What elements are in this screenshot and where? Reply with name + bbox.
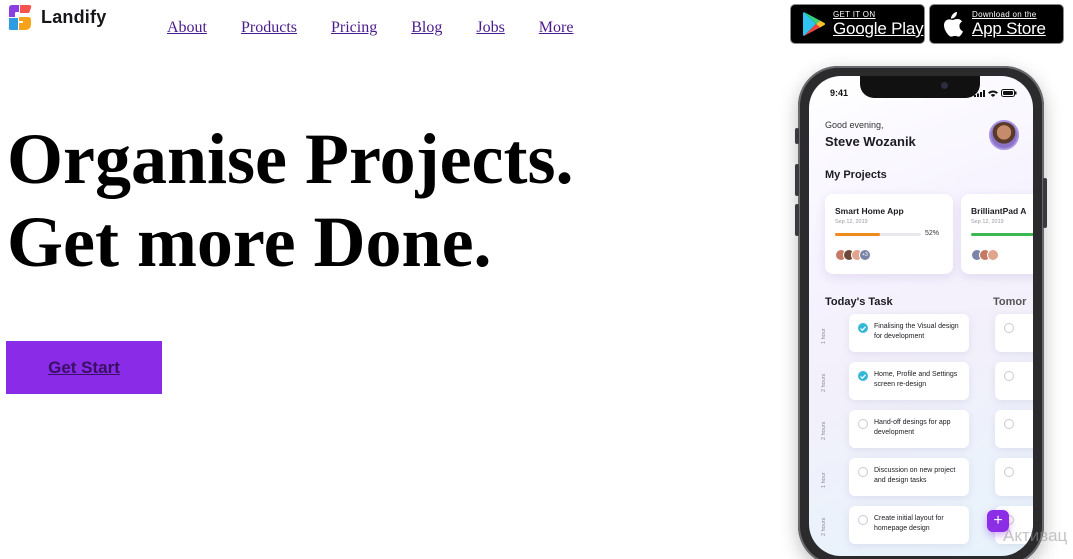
unchecked-circle-icon[interactable]: [1004, 371, 1014, 381]
task-card[interactable]: Finalising the Visual design for develop…: [849, 314, 969, 352]
status-bar-time: 9:41: [830, 88, 849, 98]
checked-circle-icon[interactable]: [858, 323, 868, 333]
project-members: [971, 249, 999, 261]
project-progress-fill: [835, 233, 880, 236]
greeting-text: Good evening,: [825, 120, 884, 130]
unchecked-circle-icon[interactable]: [858, 515, 868, 525]
wifi-icon: [988, 90, 998, 97]
my-projects-heading: My Projects: [825, 169, 887, 181]
project-title: BrilliantPad A: [971, 206, 1027, 216]
nav-link-jobs[interactable]: Jobs: [476, 19, 504, 37]
phone-notch: [860, 76, 980, 98]
task-card[interactable]: Home, Profile and Settings screen re-des…: [849, 362, 969, 400]
task-text: Hand-off desings for app development: [874, 419, 951, 436]
tomorrow-task-card[interactable]: [995, 410, 1033, 448]
task-duration: 2 hours: [821, 373, 827, 392]
landify-logo-icon: [6, 4, 33, 31]
project-card[interactable]: Smart Home App Sep 12, 2019 52% +3: [825, 194, 953, 274]
nav-link-products[interactable]: Products: [241, 19, 297, 37]
google-play-caption: GET IT ON: [833, 10, 876, 19]
unchecked-circle-icon[interactable]: [1004, 323, 1014, 333]
user-name: Steve Wozanik: [825, 134, 916, 149]
task-duration: 2 hours: [821, 421, 827, 440]
project-members: +3: [835, 249, 871, 261]
member-avatar: [987, 249, 999, 261]
todays-task-heading: Today's Task: [825, 296, 893, 308]
status-bar-icons: [974, 89, 1017, 97]
phone-volume-down-button: [795, 204, 799, 236]
task-duration: 1 hour: [821, 328, 827, 344]
tomorrow-task-card[interactable]: [995, 362, 1033, 400]
phone-mute-switch: [795, 128, 799, 144]
task-text: Create initial layout for homepage desig…: [874, 515, 944, 532]
project-progress-fill: [971, 233, 1033, 236]
nav-link-more[interactable]: More: [539, 19, 574, 37]
phone-screen: 9:41 Good evening, Steve Wozanik My Proj…: [809, 76, 1033, 556]
task-text: Discussion on new project and design tas…: [874, 467, 956, 484]
get-start-button[interactable]: Get Start: [6, 341, 162, 394]
checked-circle-icon[interactable]: [858, 371, 868, 381]
project-progress-bar: [835, 233, 921, 236]
project-progress-bar: [971, 233, 1033, 236]
project-date: Sep 12, 2019: [971, 219, 1004, 225]
nav-link-about[interactable]: About: [167, 19, 207, 37]
user-avatar[interactable]: [989, 120, 1019, 150]
front-camera-icon: [941, 82, 948, 89]
tomorrow-task-card[interactable]: [995, 314, 1033, 352]
task-duration: 1 hour: [821, 472, 827, 488]
unchecked-circle-icon[interactable]: [1004, 419, 1014, 429]
task-text: Finalising the Visual design for develop…: [874, 323, 959, 340]
project-date: Sep 12, 2019: [835, 219, 868, 225]
hero-headline: Organise Projects. Get more Done.: [7, 118, 574, 284]
project-title: Smart Home App: [835, 206, 904, 216]
unchecked-circle-icon[interactable]: [1004, 467, 1014, 477]
extra-members-badge: +3: [859, 249, 871, 261]
google-play-icon: [799, 9, 829, 39]
nav-link-pricing[interactable]: Pricing: [331, 19, 377, 37]
nav-link-blog[interactable]: Blog: [411, 19, 442, 37]
tomorrow-task-card[interactable]: [995, 458, 1033, 496]
phone-power-button: [1043, 178, 1047, 228]
apple-icon: [938, 9, 968, 39]
task-duration: 2 hours: [821, 517, 827, 536]
main-nav: About Products Pricing Blog Jobs More: [167, 19, 607, 37]
unchecked-circle-icon[interactable]: [858, 467, 868, 477]
task-card[interactable]: Discussion on new project and design tas…: [849, 458, 969, 496]
task-card[interactable]: Hand-off desings for app development: [849, 410, 969, 448]
project-card[interactable]: BrilliantPad A Sep 12, 2019: [961, 194, 1033, 274]
hero-headline-line-2: Get more Done.: [7, 202, 492, 282]
google-play-badge[interactable]: GET IT ON Google Play: [790, 4, 925, 44]
project-progress-label: 52%: [925, 230, 940, 237]
task-card[interactable]: Create initial layout for homepage desig…: [849, 506, 969, 544]
task-text: Home, Profile and Settings screen re-des…: [874, 371, 958, 388]
battery-icon: [1001, 89, 1017, 97]
phone-volume-up-button: [795, 164, 799, 196]
tomorrow-heading: Tomor: [993, 296, 1027, 308]
brand-logo[interactable]: Landify: [6, 4, 106, 31]
windows-activation-watermark: Активац: [1003, 526, 1068, 545]
google-play-title: Google Play: [833, 19, 924, 38]
hero-headline-line-1: Organise Projects.: [7, 119, 574, 199]
signal-icon: [974, 89, 985, 97]
app-store-badge[interactable]: Download on the App Store: [929, 4, 1064, 44]
phone-mockup: 9:41 Good evening, Steve Wozanik My Proj…: [795, 66, 1047, 559]
app-store-caption: Download on the: [972, 10, 1037, 19]
unchecked-circle-icon[interactable]: [858, 419, 868, 429]
brand-name: Landify: [41, 7, 107, 27]
app-store-title: App Store: [972, 19, 1046, 38]
